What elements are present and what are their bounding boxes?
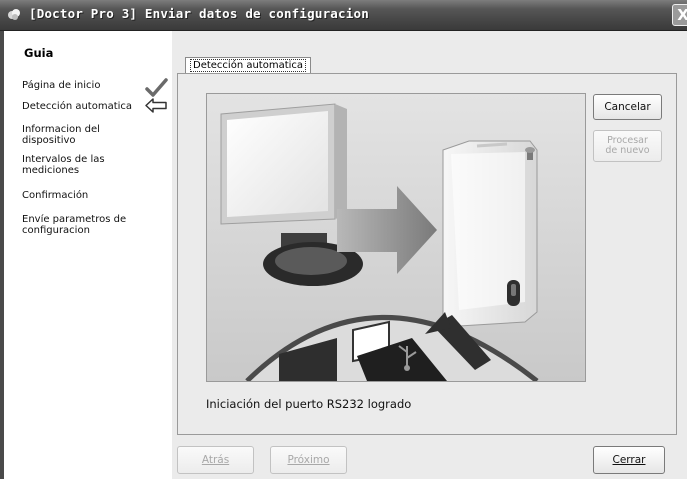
illustration-svg xyxy=(207,94,585,381)
nav-item-label: Informacion del dispositivo xyxy=(22,124,100,146)
next-button[interactable]: Próximo xyxy=(270,446,347,474)
nav-item-informacion: Informacion del dispositivo xyxy=(22,124,142,146)
connection-illustration xyxy=(206,93,586,382)
back-button[interactable]: Atrás xyxy=(177,446,254,474)
arrow-left-icon xyxy=(145,98,167,113)
window-title: [Doctor Pro 3] Enviar datos de configura… xyxy=(29,6,369,21)
guide-heading: Guia xyxy=(24,46,54,60)
wizard-window: [Doctor Pro 3] Enviar datos de configura… xyxy=(0,0,687,479)
nav-item-envie: Envíe parametros de configuracion xyxy=(22,214,132,236)
nav-item-label: Página de inicio xyxy=(22,80,101,91)
nav-item-label: Intervalos de las mediciones xyxy=(22,154,105,176)
tab-deteccion[interactable]: Detección automatica xyxy=(185,57,312,73)
device-icon xyxy=(442,140,538,327)
nav-item-label: Envíe parametros de configuracion xyxy=(22,214,127,236)
check-icon xyxy=(145,78,168,97)
guide-sidebar: Guia Página de inicio Detección automati… xyxy=(4,31,172,479)
app-icon xyxy=(8,9,20,20)
title-bar[interactable]: [Doctor Pro 3] Enviar datos de configura… xyxy=(0,0,687,31)
nav-item-intervalos: Intervalos de las mediciones xyxy=(22,154,127,176)
reprocess-label-line2: de nuevo xyxy=(605,145,650,156)
nav-item-deteccion: Detección automatica xyxy=(22,101,132,112)
nav-item-label: Detección automatica xyxy=(22,101,133,112)
reprocess-button[interactable]: Procesar de nuevo xyxy=(593,130,662,162)
close-button[interactable]: Cerrar xyxy=(593,446,665,474)
nav-item-confirmacion: Confirmación xyxy=(22,190,88,201)
nav-item-label: Confirmación xyxy=(22,190,89,201)
close-window-button[interactable]: X xyxy=(672,4,687,26)
tab-label: Detección automatica xyxy=(190,59,307,72)
cancel-button[interactable]: Cancelar xyxy=(593,94,662,120)
nav-item-inicio: Página de inicio xyxy=(22,80,100,91)
status-message: Iniciación del puerto RS232 logrado xyxy=(206,397,412,411)
